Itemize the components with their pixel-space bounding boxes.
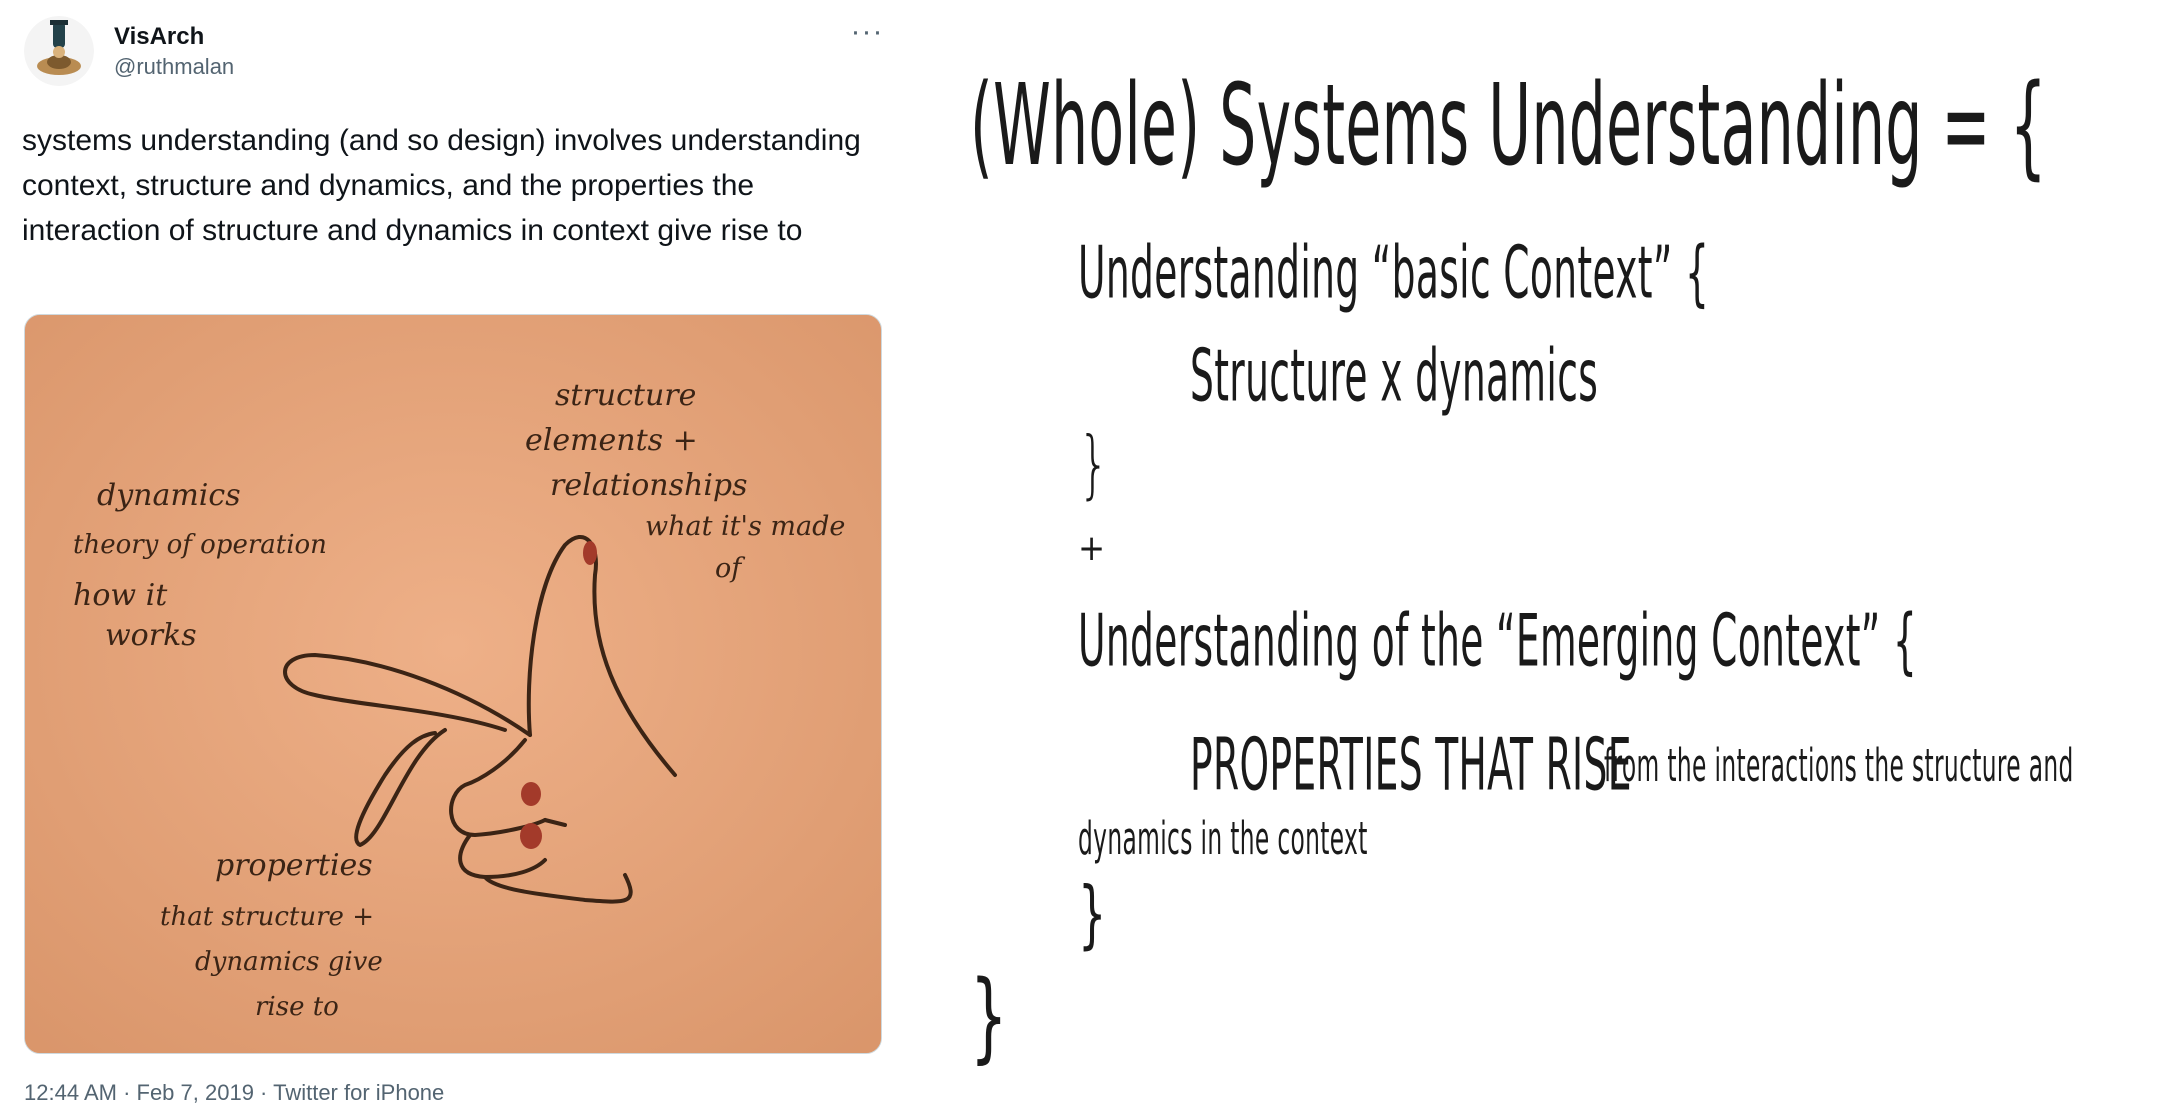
avatar-image — [24, 16, 94, 86]
structure-x-dynamics-line: Structure x dynamics — [1190, 333, 1599, 418]
properties-heading: PROPERTIES THAT RISE — [1190, 722, 1632, 807]
close-brace-emerging: } — [1078, 870, 1107, 958]
label-works: works — [105, 618, 197, 653]
tweet-photo[interactable]: structure elements + relationships what … — [24, 314, 882, 1054]
avatar[interactable] — [24, 16, 94, 86]
label-of: of — [715, 553, 745, 584]
separator: · — [253, 1080, 274, 1105]
tweet-text: systems understanding (and so design) in… — [22, 124, 861, 247]
properties-detail: from the interactions the structure and — [1604, 741, 2074, 793]
more-horizontal-icon: ··· — [850, 15, 884, 48]
plus-sign: + — [1078, 528, 1106, 569]
label-relationships: relationships — [550, 468, 748, 503]
label-how-it: how it — [73, 578, 168, 613]
properties-detail-cont: dynamics in the context — [1078, 814, 1368, 866]
timestamp[interactable]: 12:44 AM · Feb 7, 2019 — [24, 1080, 254, 1105]
slide-title: (Whole) Systems Understanding = { — [970, 60, 2048, 192]
label-rise-to: rise to — [255, 992, 339, 1022]
label-theory: theory of operation — [73, 530, 327, 560]
basic-context-line: Understanding “basic Context” { — [1078, 230, 1710, 315]
label-dynamics: dynamics — [97, 478, 241, 513]
tweet-metadata: 12:44 AM · Feb 7, 2019 · Twitter for iPh… — [24, 1080, 444, 1106]
label-made-of: what it's made — [645, 511, 845, 542]
label-elements: elements + — [525, 423, 698, 458]
close-brace-outer: } — [970, 960, 1008, 1074]
slide-panel: (Whole) Systems Understanding = { Unders… — [900, 0, 2166, 1118]
close-brace-basic: } — [1078, 420, 1110, 508]
label-that-structure: that structure + — [160, 902, 374, 932]
label-dynamics-give: dynamics give — [195, 947, 383, 977]
user-handle[interactable]: @ruthmalan — [114, 54, 234, 80]
emerging-context-line: Understanding of the “Emerging Context” … — [1078, 598, 1918, 683]
display-name[interactable]: VisArch — [114, 23, 204, 51]
label-properties: properties — [215, 848, 373, 883]
hand-sketch-image: structure elements + relationships what … — [25, 315, 881, 1053]
more-options-button[interactable]: ··· — [850, 17, 884, 52]
label-structure: structure — [555, 378, 696, 413]
source-link[interactable]: Twitter for iPhone — [273, 1080, 444, 1105]
tweet-card: VisArch @ruthmalan ··· systems understan… — [0, 0, 900, 1118]
